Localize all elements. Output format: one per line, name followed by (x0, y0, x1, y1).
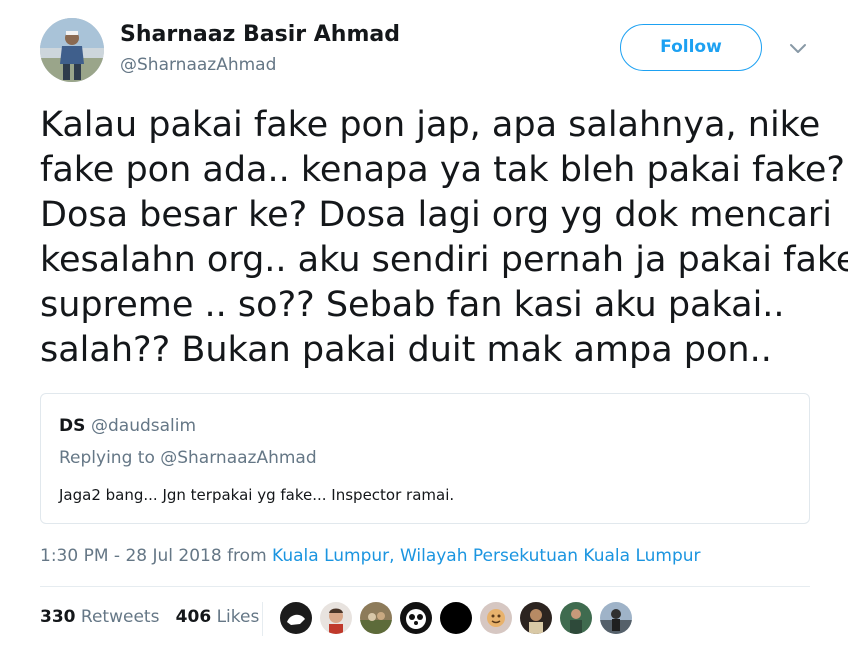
liker-avatar-6[interactable] (480, 602, 512, 634)
liker-avatar-3[interactable] (360, 602, 392, 634)
author-name[interactable]: Sharnaaz Basir Ahmad (120, 22, 400, 47)
retweets-count: 330 (40, 607, 76, 627)
tweet-stats: 330 Retweets 406 Likes (40, 607, 259, 627)
author-handle[interactable]: @SharnaazAhmad (120, 55, 276, 75)
tweet-text-line: salah?? Bukan pakai duit mak ampa pon.. (40, 330, 772, 370)
retweets-stat[interactable]: 330 Retweets (40, 607, 159, 627)
liker-avatar-9[interactable] (600, 602, 632, 634)
quoted-tweet[interactable]: DS @daudsalim Replying to @SharnaazAhmad… (40, 393, 810, 524)
tweet-text-line: Dosa besar ke? Dosa lagi org yg dok menc… (40, 195, 833, 235)
author-avatar[interactable] (40, 18, 104, 82)
divider (40, 586, 810, 587)
from-label: from (227, 546, 267, 566)
liker-avatar-5[interactable] (440, 602, 472, 634)
tweet-timestamp[interactable]: 1:30 PM - 28 Jul 2018 (40, 546, 222, 566)
liker-avatar-4[interactable] (400, 602, 432, 634)
quoted-tweet-text: Jaga2 bang... Jgn terpakai yg fake... In… (59, 486, 455, 504)
likes-count: 406 (175, 607, 212, 627)
retweets-label: Retweets (80, 607, 160, 627)
tweet-metadata: 1:30 PM - 28 Jul 2018 from Kuala Lumpur,… (40, 546, 701, 566)
quoted-replying-to: Replying to @SharnaazAhmad (59, 448, 317, 468)
quoted-author-handle: @daudsalim (91, 416, 197, 436)
user-avatar-photo (40, 18, 104, 82)
liker-avatar-1[interactable] (280, 602, 312, 634)
follow-button[interactable]: Follow (620, 24, 762, 71)
likes-stat[interactable]: 406 Likes (176, 607, 260, 627)
tweet-location-link[interactable]: Kuala Lumpur, Wilayah Persekutuan Kuala … (272, 546, 701, 566)
chevron-down-icon[interactable] (786, 38, 810, 58)
stats-separator (262, 602, 263, 636)
liker-avatar-2[interactable] (320, 602, 352, 634)
tweet-text-line: fake pon ada.. kenapa ya tak bleh pakai … (40, 150, 845, 190)
likes-label: Likes (216, 607, 260, 627)
tweet-text-line: supreme .. so?? Sebab fan kasi aku pakai… (40, 285, 785, 325)
tweet-text: Kalau pakai fake pon jap, apa salahnya, … (40, 103, 848, 373)
liker-avatar-8[interactable] (560, 602, 592, 634)
quoted-author-name: DS (59, 416, 86, 436)
tweet-text-line: Kalau pakai fake pon jap, apa salahnya, … (40, 105, 821, 145)
liker-avatar-7[interactable] (520, 602, 552, 634)
tweet-text-line: kesalahn org.. aku sendiri pernah ja pak… (40, 240, 848, 280)
